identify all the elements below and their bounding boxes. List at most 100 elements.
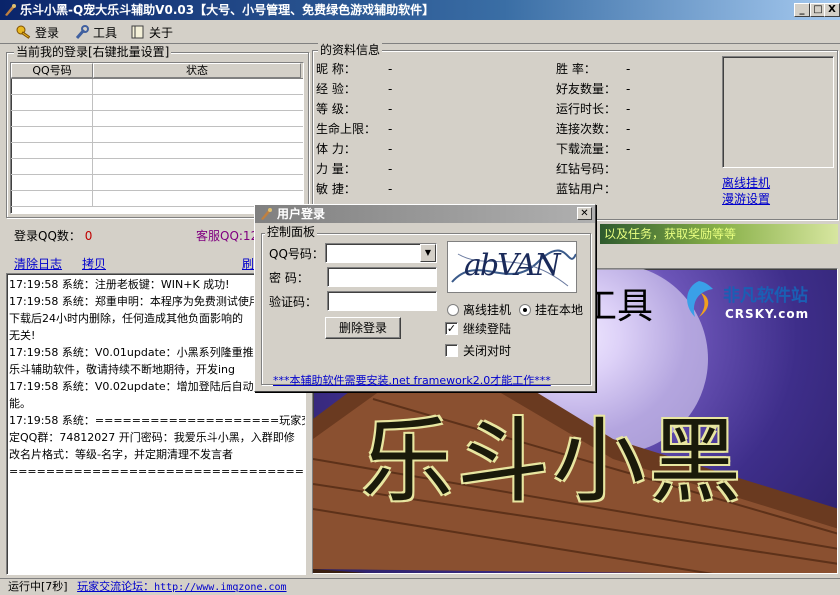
dialog-close-button[interactable]: ✕ xyxy=(577,207,592,220)
log-line: ========================================… xyxy=(9,465,305,478)
log-line: 定QQ群：74812027 开门密码：我爱乐斗小黑，入群即修 xyxy=(9,431,295,444)
toolbar: 登录 工具 关于 xyxy=(0,20,840,44)
local-radio[interactable] xyxy=(519,304,531,316)
minimize-button[interactable]: _ xyxy=(794,3,810,17)
dialog-app-icon xyxy=(261,208,272,220)
tools-menu-button[interactable]: 工具 xyxy=(74,23,117,41)
dropdown-arrow-icon[interactable]: ▼ xyxy=(420,244,436,262)
profile-right-value: - xyxy=(626,62,631,76)
profile-group-title: 的资料信息 xyxy=(318,43,383,57)
running-status: 运行中[7秒] xyxy=(8,580,68,593)
table-row[interactable] xyxy=(11,111,303,127)
app-icon xyxy=(5,4,16,16)
profile-right-label: 下载流量： xyxy=(556,142,617,156)
control-panel-title: 控制面板 xyxy=(265,225,318,239)
refresh-link[interactable]: 刷 xyxy=(242,255,254,272)
table-header: QQ号码 状态 xyxy=(11,63,303,79)
support-qq: 客服QQ:12 xyxy=(196,229,259,243)
profile-right-label: 蓝钻用户： xyxy=(556,182,617,196)
profile-left-value: - xyxy=(388,102,393,116)
profile-right-label: 运行时长： xyxy=(556,102,617,116)
dialog-title: 用户登录 xyxy=(277,207,326,221)
framework-link[interactable]: ***本辅助软件需要安装.net framework2.0才能工作*** xyxy=(273,372,551,388)
clear-log-link[interactable]: 清除日志 xyxy=(14,255,62,272)
captcha-input[interactable] xyxy=(327,291,437,311)
profile-left-value: - xyxy=(388,122,393,136)
login-menu-button[interactable]: 登录 xyxy=(16,23,59,41)
profile-left-label: 体 力： xyxy=(316,142,356,156)
status-bar: 运行中[7秒] 玩家交流论坛：http://www.imqzone.com xyxy=(0,578,840,594)
profile-right-label: 好友数量： xyxy=(556,82,617,96)
qq-label: QQ号码： xyxy=(269,247,324,261)
table-row[interactable] xyxy=(11,95,303,111)
qq-combo[interactable]: ▼ xyxy=(325,243,437,263)
table-row[interactable] xyxy=(11,143,303,159)
profile-right-value: - xyxy=(626,82,631,96)
key-icon xyxy=(16,25,31,39)
password-input[interactable] xyxy=(327,267,437,287)
offline-radio-label[interactable]: 离线挂机 xyxy=(463,303,511,317)
tools-label: 工具 xyxy=(93,25,118,40)
offline-radio[interactable] xyxy=(447,304,459,316)
roaming-settings-link[interactable]: 漫游设置 xyxy=(722,190,770,207)
profile-left-value: - xyxy=(388,82,393,96)
profile-right-value: - xyxy=(626,142,631,156)
table-row[interactable] xyxy=(11,159,303,175)
login-table[interactable]: QQ号码 状态 xyxy=(10,62,304,214)
close-button[interactable]: X xyxy=(824,3,840,17)
profile-left-value: - xyxy=(388,142,393,156)
profile-left-label: 昵 称： xyxy=(316,62,356,76)
column-status[interactable]: 状态 xyxy=(93,63,301,78)
login-label: 登录 xyxy=(35,25,60,40)
profile-left-value: - xyxy=(388,62,393,76)
table-row[interactable] xyxy=(11,175,303,191)
wrench-icon xyxy=(75,25,89,39)
log-line: 改名片格式：等级-名字，并定期清理不发言者 xyxy=(9,448,233,461)
profile-right-value: - xyxy=(626,122,631,136)
login-group-title: 当前我的登录[右键批量设置] xyxy=(14,45,172,59)
login-count-value: 0 xyxy=(84,229,93,243)
profile-left-label: 经 验： xyxy=(316,82,356,96)
about-menu-button[interactable]: 关于 xyxy=(130,23,173,41)
login-dialog: 用户登录 ✕ 控制面板 QQ号码： ▼ 密 码： 验证码： 删除登录 abVAN… xyxy=(254,204,596,392)
watermark-logo-icon xyxy=(687,281,713,317)
profile-left-label: 生命上限： xyxy=(316,122,377,136)
profile-right-value: - xyxy=(626,102,631,116)
continue-login-label[interactable]: 继续登陆 xyxy=(463,322,511,336)
banner-title: 乐斗小黑 xyxy=(361,408,746,515)
forum-label: 玩家交流论坛： xyxy=(77,580,155,593)
close-sync-label[interactable]: 关闭对时 xyxy=(463,344,511,358)
log-line: 能。 xyxy=(9,397,31,410)
watermark: 非凡软件站 CRSKY.com xyxy=(681,275,837,329)
avatar-frame xyxy=(722,56,834,168)
captcha-image[interactable]: abVAN xyxy=(447,241,577,293)
profile-left-label: 敏 捷： xyxy=(316,182,356,196)
column-qq[interactable]: QQ号码 xyxy=(11,63,93,78)
local-radio-label[interactable]: 挂在本地 xyxy=(535,303,583,317)
profile-right-label: 红钻号码： xyxy=(556,162,617,176)
log-line: 17:19:58 系统：====================玩家交流官方指 xyxy=(9,414,305,427)
close-sync-checkbox[interactable] xyxy=(445,344,458,357)
profile-right-label: 连接次数： xyxy=(556,122,617,136)
captcha-label: 验证码： xyxy=(269,295,318,309)
login-count-label: 登录QQ数： xyxy=(14,229,81,243)
password-label: 密 码： xyxy=(269,271,309,285)
offline-hang-link[interactable]: 离线挂机 xyxy=(722,174,770,191)
profile-left-label: 等 级： xyxy=(316,102,356,116)
table-row[interactable] xyxy=(11,79,303,95)
profile-right-label: 胜 率： xyxy=(556,62,596,76)
profile-left-value: - xyxy=(388,162,393,176)
copy-log-link[interactable]: 拷贝 xyxy=(82,255,106,272)
about-label: 关于 xyxy=(149,25,174,40)
continue-login-checkbox[interactable]: ✓ xyxy=(445,322,458,335)
delete-login-button[interactable]: 删除登录 xyxy=(325,317,401,339)
watermark-sub: CRSKY.com xyxy=(725,307,810,321)
profile-left-value: - xyxy=(388,182,393,196)
window-titlebar[interactable]: 乐斗小黑-Q宠大乐斗辅助V0.03【大号、小号管理、免费绿色游戏辅助软件】 xyxy=(0,0,840,20)
dialog-titlebar[interactable]: 用户登录 ✕ xyxy=(255,205,595,223)
login-count: 登录QQ数： 0 xyxy=(14,227,92,244)
window-title: 乐斗小黑-Q宠大乐斗辅助V0.03【大号、小号管理、免费绿色游戏辅助软件】 xyxy=(20,3,435,17)
table-row[interactable] xyxy=(11,127,303,143)
forum-link[interactable]: 玩家交流论坛：http://www.imqzone.com xyxy=(77,580,286,593)
banner-strip-text: 以及任务，获取奖励等等 xyxy=(604,227,737,241)
